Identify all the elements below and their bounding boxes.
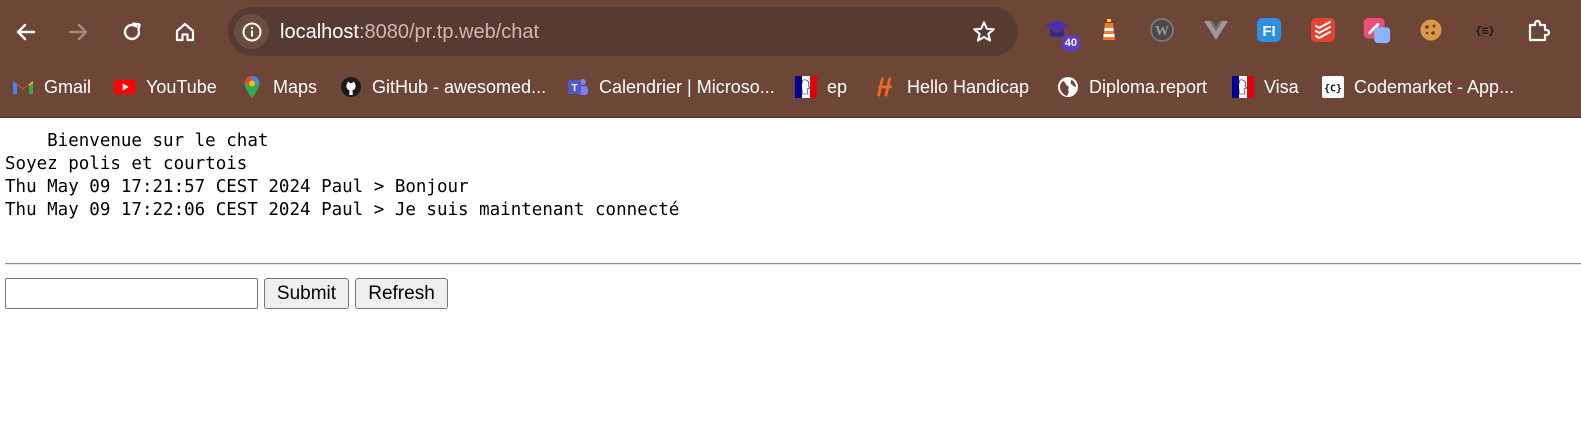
reload-icon	[123, 22, 141, 41]
color-picker-icon	[1363, 17, 1391, 44]
vue-icon	[1204, 21, 1228, 40]
extension-todoist[interactable]	[1308, 15, 1338, 45]
bookmark-label: Hello Handicap	[907, 77, 1030, 97]
bookmark-hello-handicap[interactable]: Hello Handicap	[875, 72, 1029, 102]
github-icon	[340, 76, 362, 98]
bookmarks-bar: Gmail YouTube Maps GitHub - awesomed... …	[0, 62, 1581, 114]
chat-message: Thu May 09 17:22:06 CEST 2024 Paul > Je …	[5, 200, 680, 220]
url-path: :8080/pr.tp.web/chat	[358, 21, 540, 43]
extension-graduation[interactable]: 40	[1042, 15, 1080, 51]
lighthouse-icon	[1103, 19, 1115, 40]
bookmark-star-button[interactable]	[970, 18, 998, 46]
address-bar[interactable]: localhost:8080/pr.tp.web/chat	[228, 7, 1018, 56]
extension-fi[interactable]: FI	[1254, 15, 1284, 45]
globe-icon	[1057, 76, 1079, 98]
marianne-icon	[795, 76, 817, 98]
bookmark-codemarket[interactable]: {C} Codemarket - App...	[1322, 72, 1514, 102]
svg-text:FI: FI	[1262, 23, 1275, 40]
reload-button[interactable]	[112, 12, 152, 52]
message-input[interactable]	[5, 278, 258, 309]
gmail-icon	[12, 76, 34, 98]
codemarket-icon-text: {C}	[1324, 84, 1342, 95]
bookmark-label: Diploma.report	[1089, 77, 1208, 97]
refresh-button[interactable]: Refresh	[355, 278, 448, 309]
horizontal-divider	[5, 263, 1581, 265]
back-button[interactable]	[6, 12, 46, 52]
home-icon	[175, 22, 195, 42]
svg-text:T: T	[571, 83, 577, 94]
extension-color-picker[interactable]	[1362, 15, 1392, 45]
extension-wordpress[interactable]: W	[1147, 15, 1177, 45]
back-arrow-icon	[16, 23, 36, 41]
bookmark-label: GitHub - awesomed...	[372, 77, 547, 97]
maps-icon	[241, 76, 263, 98]
extensions-menu-button[interactable]	[1524, 15, 1554, 45]
site-info-button[interactable]	[234, 14, 269, 49]
youtube-icon	[114, 76, 136, 98]
browser-toolbar: localhost:8080/pr.tp.web/chat 40 W FI {≡…	[0, 0, 1581, 62]
forward-arrow-icon	[68, 23, 88, 41]
chat-message: Thu May 09 17:21:57 CEST 2024 Paul > Bon…	[5, 177, 469, 197]
bookmark-gmail[interactable]: Gmail	[12, 72, 91, 102]
bookmark-label: Visa	[1264, 77, 1299, 97]
puzzle-icon	[1528, 19, 1551, 42]
page-content: Bienvenue sur le chat Soyez polis et cour…	[0, 118, 1581, 439]
h-logo-icon	[875, 76, 897, 98]
bookmark-label: Maps	[273, 77, 318, 97]
browser-chrome: localhost:8080/pr.tp.web/chat 40 W FI {≡…	[0, 0, 1581, 118]
todoist-icon	[1311, 18, 1335, 42]
submit-button[interactable]: Submit	[264, 278, 349, 309]
chat-rules-line: Soyez polis et courtois	[5, 154, 248, 174]
url-text[interactable]: localhost:8080/pr.tp.web/chat	[280, 20, 539, 44]
marianne-icon	[1232, 76, 1254, 98]
chat-welcome-line: Bienvenue sur le chat	[5, 131, 269, 151]
json-icon: {≡}	[1475, 24, 1495, 37]
fi-icon: FI	[1257, 18, 1281, 42]
bookmark-label: Calendrier | Microso...	[599, 77, 775, 97]
wordpress-icon: W	[1150, 18, 1174, 42]
extension-lighthouse[interactable]	[1094, 15, 1124, 45]
bookmark-label: Gmail	[44, 77, 92, 97]
json-icon-text: {≡}	[1475, 24, 1495, 37]
bookmark-label: ep	[827, 77, 848, 97]
extension-json[interactable]: {≡}	[1470, 15, 1500, 45]
extension-cookie[interactable]	[1416, 15, 1446, 45]
bookmark-label: YouTube	[146, 77, 217, 97]
bookmark-youtube[interactable]: YouTube	[114, 72, 217, 102]
bookmark-maps[interactable]: Maps	[241, 72, 317, 102]
codemarket-icon: {C}	[1322, 76, 1344, 98]
bookmark-calendrier[interactable]: T Calendrier | Microso...	[567, 72, 775, 102]
bookmark-github[interactable]: GitHub - awesomed...	[340, 72, 546, 102]
svg-text:W: W	[1155, 24, 1169, 39]
home-button[interactable]	[165, 12, 205, 52]
cookie-icon	[1420, 19, 1442, 41]
bookmark-diploma[interactable]: Diploma.report	[1057, 72, 1207, 102]
info-icon	[242, 22, 261, 41]
star-icon	[973, 21, 995, 42]
url-host: localhost	[280, 21, 359, 43]
extension-vue[interactable]	[1201, 15, 1231, 45]
bookmark-visa[interactable]: Visa	[1232, 72, 1299, 102]
forward-button[interactable]	[58, 12, 98, 52]
bookmark-ep[interactable]: ep	[795, 72, 847, 102]
chat-log: Bienvenue sur le chat Soyez polis et cour…	[5, 130, 679, 222]
extension-badge: 40	[1061, 35, 1080, 51]
teams-icon: T	[567, 76, 589, 98]
bookmark-label: Codemarket - App...	[1354, 77, 1515, 97]
